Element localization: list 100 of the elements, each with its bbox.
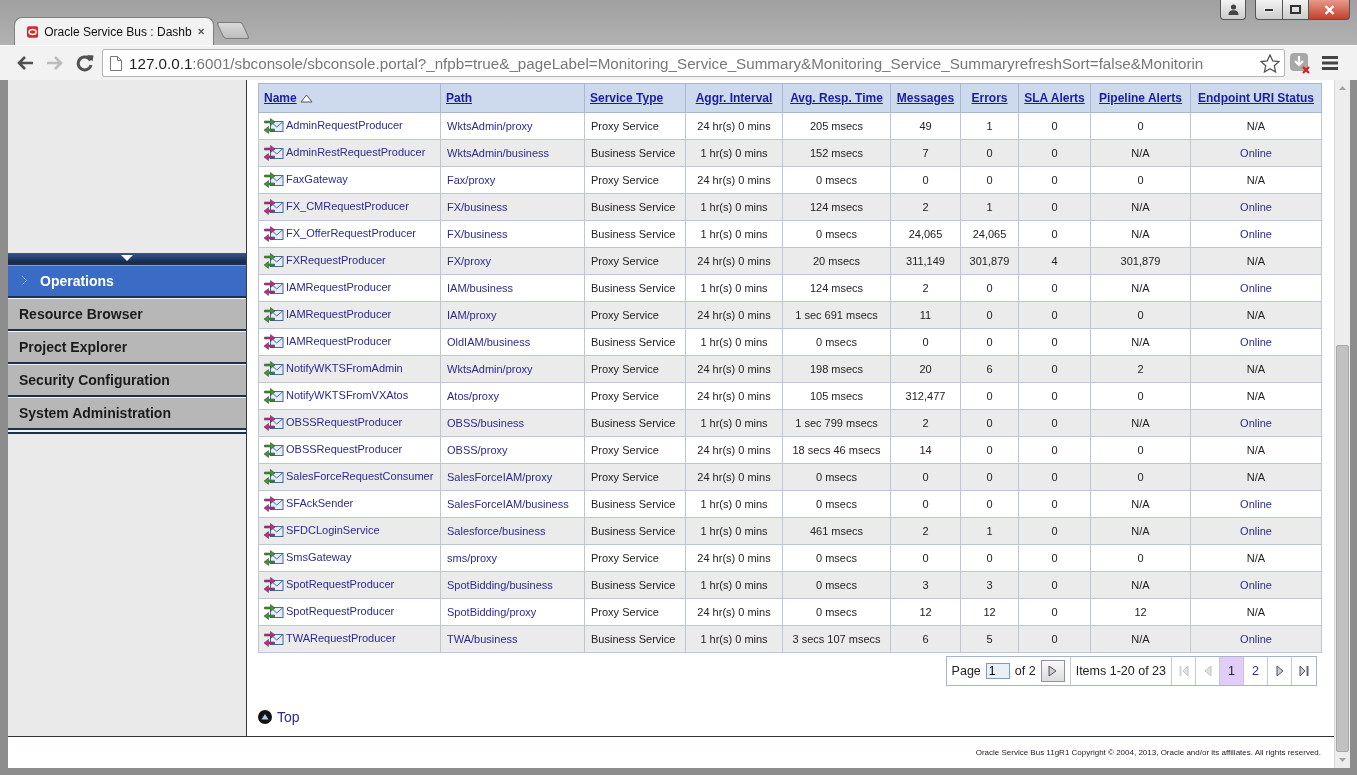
close-button[interactable] <box>1309 0 1350 20</box>
service-link[interactable]: OBSSRequestProducer <box>286 442 403 455</box>
status-link[interactable]: Online <box>1240 417 1272 429</box>
service-link[interactable]: SpotRequestProducer <box>286 604 395 617</box>
table-cell: 301,879 <box>1090 247 1191 275</box>
path-link[interactable]: TWA/business <box>447 633 518 645</box>
path-link[interactable]: sms/proxy <box>447 552 498 564</box>
path-link[interactable]: Fax/proxy <box>447 174 496 186</box>
new-tab-button[interactable] <box>216 22 250 39</box>
path-link[interactable]: WktsAdmin/proxy <box>447 120 533 132</box>
column-header[interactable]: Name <box>258 83 441 113</box>
envelope-arrows-icon <box>264 306 284 324</box>
nav-item[interactable]: Project Explorer <box>8 329 246 362</box>
path-link[interactable]: FX/business <box>447 201 508 213</box>
table-cell: 2 <box>890 193 961 221</box>
service-link[interactable]: SFAckSender <box>286 496 354 509</box>
path-link[interactable]: IAM/proxy <box>447 309 497 321</box>
table-cell: N/A <box>1090 220 1191 248</box>
column-header[interactable]: Avg. Resp. Time <box>782 83 891 113</box>
status-link[interactable]: Online <box>1240 579 1272 591</box>
minimize-button[interactable] <box>1255 0 1282 20</box>
column-header[interactable]: Errors <box>960 83 1019 113</box>
ring-logo-icon <box>27 23 39 40</box>
column-header[interactable]: Aggr. Interval <box>685 83 783 113</box>
status-link[interactable]: Online <box>1240 282 1272 294</box>
service-link[interactable]: TWARequestProducer <box>286 631 396 644</box>
status-link[interactable]: Online <box>1240 228 1272 240</box>
path-link[interactable]: SpotBidding/business <box>447 579 553 591</box>
path-link[interactable]: SpotBidding/proxy <box>447 606 537 618</box>
table-cell: 0 <box>1018 301 1091 329</box>
path-link[interactable]: FX/proxy <box>447 255 491 267</box>
path-link[interactable]: IAM/business <box>447 282 514 294</box>
column-header[interactable]: Endpoint URI Status <box>1190 83 1322 113</box>
status-link[interactable]: Online <box>1240 633 1272 645</box>
page-button[interactable]: 1 <box>1220 657 1244 685</box>
menu-icon[interactable] <box>1322 56 1338 70</box>
status-link[interactable]: Online <box>1240 336 1272 348</box>
top-link[interactable]: Top <box>258 709 300 725</box>
table-cell: Business Service <box>584 220 686 248</box>
copyright-text: Oracle Service Bus 11gR1 Copyright © 2004, 2013, Oracle and/or its affiliates. All rights reserved. <box>975 748 1321 757</box>
path-link[interactable]: OldIAM/business <box>447 336 531 348</box>
path-link[interactable]: SalesForceIAM/business <box>447 498 569 510</box>
path-link[interactable]: Salesforce/business <box>447 525 546 537</box>
table-cell: 2 <box>890 517 961 545</box>
table-cell: Business Service <box>584 139 686 167</box>
reload-icon[interactable] <box>76 54 94 72</box>
table-cell: 0 <box>890 328 961 356</box>
service-link[interactable]: NotifyWKTSFromVXAtos <box>286 388 409 401</box>
nav-item[interactable]: System Administration <box>8 395 246 428</box>
table-cell: 0 <box>1090 463 1191 491</box>
service-link[interactable]: FX_CMRequestProducer <box>286 199 409 212</box>
service-link[interactable]: AdminRestRequestProducer <box>286 145 426 158</box>
service-link[interactable]: NotifyWKTSFromAdmin <box>286 361 403 374</box>
profile-button[interactable] <box>1220 0 1246 20</box>
nav-item[interactable]: Resource Browser <box>8 296 246 329</box>
service-link[interactable]: IAMRequestProducer <box>286 307 392 320</box>
url-field[interactable]: 127.0.0.1:6001/sbconsole/sbconsole.portal?_nfpb=true&_pageLabel=Monitoring_Service_Summary&Monitoring_Service_SummaryrefreshSort=false&Monitorin <box>102 49 1285 77</box>
path-link[interactable]: FX/business <box>447 228 508 240</box>
service-link[interactable]: SpotRequestProducer <box>286 577 395 590</box>
maximize-button[interactable] <box>1282 0 1309 20</box>
path-link[interactable]: OBSS/proxy <box>447 444 508 456</box>
column-header[interactable]: Path <box>440 83 585 113</box>
envelope-arrows-icon <box>264 576 284 594</box>
service-link[interactable]: IAMRequestProducer <box>286 280 392 293</box>
path-link[interactable]: SalesForceIAM/proxy <box>447 471 553 483</box>
page-icon <box>110 55 122 71</box>
service-link[interactable]: SalesForceRequestConsumer <box>286 469 434 482</box>
path-link[interactable]: OBSS/business <box>447 417 525 429</box>
service-link[interactable]: AdminRequestProducer <box>286 118 403 131</box>
service-link[interactable]: FXRequestProducer <box>286 253 386 266</box>
column-header[interactable]: Messages <box>890 83 961 113</box>
status-link[interactable]: Online <box>1240 147 1272 159</box>
nav-item[interactable]: Security Configuration <box>8 362 246 395</box>
path-link[interactable]: WktsAdmin/proxy <box>447 363 533 375</box>
table-cell: 49 <box>890 112 961 140</box>
path-link[interactable]: WktsAdmin/business <box>447 147 550 159</box>
service-link[interactable]: SmsGateway <box>286 550 352 563</box>
service-link[interactable]: SFDCLoginService <box>286 523 380 536</box>
browser-tab[interactable]: Oracle Service Bus : Dashb <box>14 17 214 45</box>
status-link[interactable]: Online <box>1240 498 1272 510</box>
nav-item[interactable]: Operations <box>8 263 246 296</box>
back-icon[interactable] <box>16 55 34 71</box>
service-link[interactable]: IAMRequestProducer <box>286 334 392 347</box>
scrollbar-thumb[interactable] <box>1336 345 1349 752</box>
page-input[interactable]: 1 <box>985 663 1010 679</box>
column-header[interactable]: Pipeline Alerts <box>1090 83 1191 113</box>
service-link[interactable]: FX_OfferRequestProducer <box>286 226 417 239</box>
status-link[interactable]: Online <box>1240 201 1272 213</box>
column-header[interactable]: Service Type <box>584 83 686 113</box>
service-link[interactable]: FaxGateway <box>286 172 348 185</box>
table-cell: 1 hr(s) 0 mins <box>685 193 783 221</box>
table-cell: 2 <box>890 274 961 302</box>
column-header[interactable]: SLA Alerts <box>1018 83 1091 113</box>
close-icon[interactable] <box>197 27 204 36</box>
status-link[interactable]: Online <box>1240 525 1272 537</box>
star-icon[interactable] <box>1260 53 1280 73</box>
path-link[interactable]: Atos/proxy <box>447 390 499 402</box>
service-link[interactable]: OBSSRequestProducer <box>286 415 403 428</box>
extension-icon[interactable] <box>1289 52 1311 74</box>
go-button[interactable] <box>1040 660 1065 682</box>
